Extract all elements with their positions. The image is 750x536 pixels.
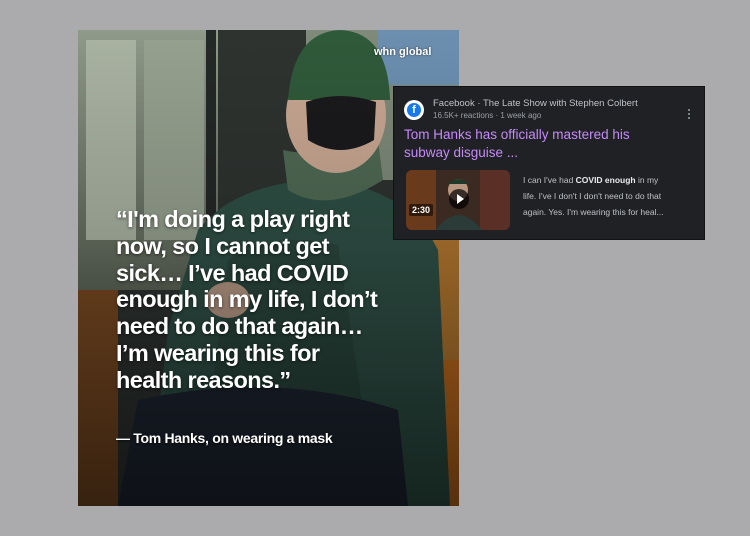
result-title-link[interactable]: Tom Hanks has officially mastered his su…	[404, 126, 684, 162]
result-title-line[interactable]: subway disguise ...	[404, 144, 684, 162]
quote-line: health reasons.”	[116, 366, 291, 393]
quote-line: sick… I’ve had COVID	[116, 259, 349, 286]
video-thumbnail[interactable]: 2:30	[406, 170, 510, 230]
quote-attribution: — Tom Hanks, on wearing a mask	[116, 430, 333, 446]
snippet-line: again. Yes. I'm wearing this for heal...	[523, 207, 664, 217]
more-vert-icon[interactable]	[684, 108, 694, 122]
snippet-line: I can I've had COVID enough in my	[523, 172, 699, 188]
quote-line: need to do that again…	[116, 313, 363, 340]
result-snippet: I can I've had COVID enough in my life. …	[523, 172, 699, 220]
snippet-text: I can I've had	[523, 175, 576, 185]
result-meta: 16.5K+ reactions · 1 week ago	[433, 111, 542, 120]
result-source[interactable]: Facebook · The Late Show with Stephen Co…	[433, 98, 638, 109]
brand-watermark: whn global	[374, 46, 432, 58]
snippet-highlight: COVID enough	[575, 175, 636, 185]
snippet-text: in my	[635, 175, 659, 185]
snippet-line: life. I've I don't I don't need to do th…	[523, 191, 662, 201]
quote-line: I’m wearing this for	[116, 339, 320, 366]
quote-line: enough in my life, I don’t	[116, 286, 378, 313]
play-icon[interactable]	[449, 189, 469, 209]
result-title-line[interactable]: Tom Hanks has officially mastered his	[404, 126, 684, 144]
facebook-icon: f	[404, 100, 424, 120]
search-result-card: f Facebook · The Late Show with Stephen …	[393, 86, 705, 240]
video-duration: 2:30	[409, 204, 434, 216]
